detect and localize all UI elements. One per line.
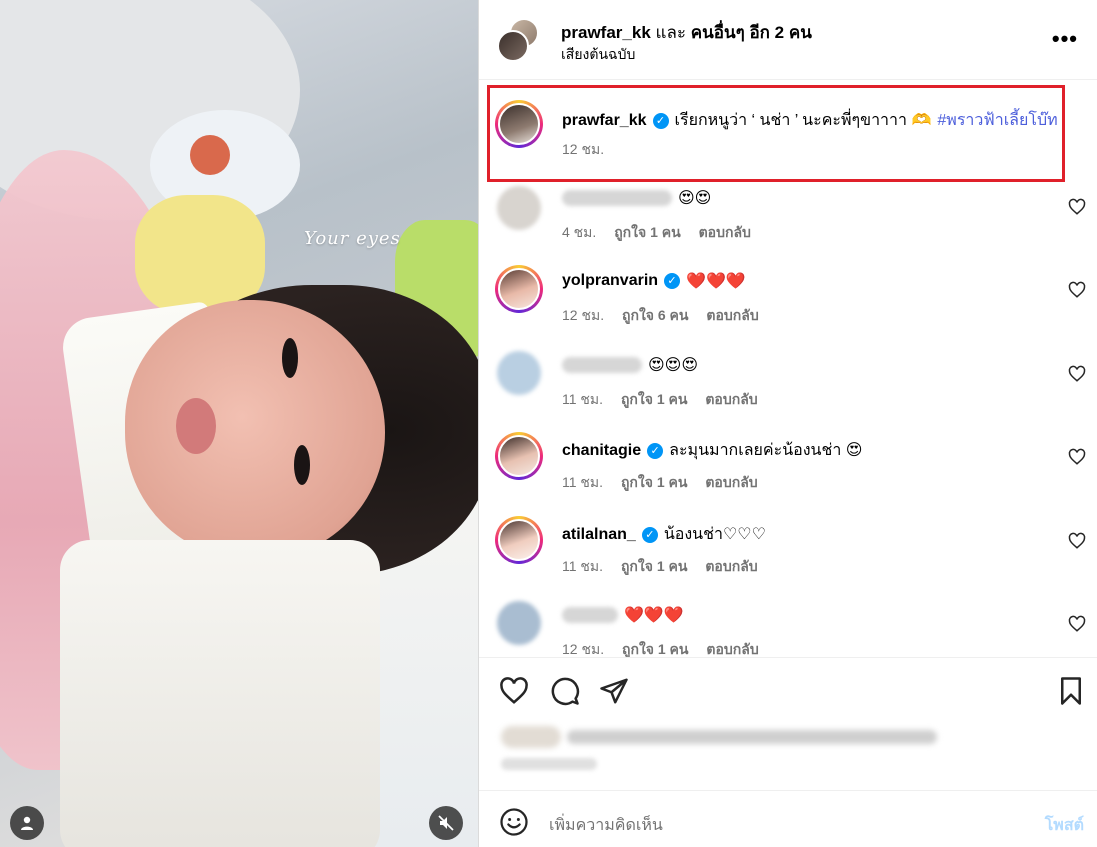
likes-count[interactable]: ถูกใจ 1 คน bbox=[614, 224, 681, 240]
comment-username[interactable]: chanitagie bbox=[562, 442, 641, 460]
heart-icon[interactable] bbox=[1068, 532, 1086, 550]
user-icon bbox=[21, 816, 33, 830]
avatar[interactable] bbox=[497, 30, 529, 62]
baby-eye bbox=[294, 445, 310, 485]
comment-row: yolpranvarin ✓ ❤️❤️❤️ 12 ชม. ถูกใจ 6 คน … bbox=[479, 263, 1097, 343]
caption-highlight-box bbox=[487, 85, 1065, 182]
more-options-button[interactable]: ••• bbox=[1052, 26, 1078, 52]
audio-label[interactable]: เสียงต้นฉบับ bbox=[561, 44, 635, 66]
share-icon[interactable] bbox=[599, 676, 629, 706]
reply-button[interactable]: ตอบกลับ bbox=[706, 307, 758, 323]
comment-username[interactable]: atilalnan_ bbox=[562, 526, 636, 544]
likes-count[interactable]: ถูกใจ 1 คน bbox=[621, 474, 688, 490]
post-comment-button[interactable]: โพสต์ bbox=[1045, 813, 1084, 838]
heart-icon[interactable] bbox=[1068, 198, 1086, 216]
verified-badge-icon: ✓ bbox=[647, 442, 664, 459]
comment-line: chanitagie ✓ ละมุนมากเลยค่ะน้องนช่า 😍 bbox=[562, 438, 862, 463]
speaker-muted-icon bbox=[438, 815, 454, 831]
white-blanket bbox=[60, 540, 380, 847]
heart-icon[interactable] bbox=[1068, 365, 1086, 383]
reply-button[interactable]: ตอบกลับ bbox=[705, 558, 757, 574]
likes-count[interactable]: ถูกใจ 6 คน bbox=[622, 307, 689, 323]
avatar[interactable] bbox=[497, 186, 541, 230]
comment-row: ❤️❤️❤️ 12 ชม. ถูกใจ 1 คน ตอบกลับ bbox=[479, 597, 1097, 657]
comment-meta: 12 ชม. ถูกใจ 6 คน ตอบกลับ bbox=[562, 307, 759, 323]
comment-meta: 12 ชม. ถูกใจ 1 คน ตอบกลับ bbox=[562, 641, 759, 657]
reply-button[interactable]: ตอบกลับ bbox=[705, 474, 757, 490]
blurred-username[interactable] bbox=[562, 607, 618, 623]
post-media[interactable]: Your eyes bbox=[0, 0, 478, 847]
comment-username[interactable]: yolpranvarin bbox=[562, 272, 658, 290]
comment-meta: 11 ชม. ถูกใจ 1 คน ตอบกลับ bbox=[562, 391, 758, 407]
avatar[interactable] bbox=[495, 516, 543, 564]
reply-button[interactable]: ตอบกลับ bbox=[705, 391, 757, 407]
blurred-username[interactable] bbox=[562, 357, 642, 373]
comment-row: 😍😍 4 ชม. ถูกใจ 1 คน ตอบกลับ bbox=[479, 180, 1097, 260]
header-avatars[interactable] bbox=[497, 16, 541, 64]
blurred-username[interactable] bbox=[562, 190, 672, 206]
comment-text: ❤️❤️❤️ bbox=[686, 273, 746, 290]
comment-line: atilalnan_ ✓ น้องนช่า♡♡♡ bbox=[562, 522, 766, 547]
post-actions bbox=[479, 660, 1097, 720]
header-joiner: และ bbox=[655, 23, 687, 42]
header-username[interactable]: prawfar_kk bbox=[561, 23, 651, 42]
verified-badge-icon: ✓ bbox=[664, 273, 681, 289]
add-comment-bar: เพิ่มความคิดเห็น โพสต์ bbox=[479, 790, 1097, 847]
heart-icon[interactable] bbox=[1068, 615, 1086, 633]
baby-mouth bbox=[176, 398, 216, 454]
comment-line: ❤️❤️❤️ bbox=[562, 605, 684, 625]
reply-button[interactable]: ตอบกลับ bbox=[699, 224, 751, 240]
comment-line: 😍😍😍 bbox=[562, 355, 698, 375]
comment-line: 😍😍 bbox=[562, 188, 711, 208]
comment-row: atilalnan_ ✓ น้องนช่า♡♡♡ 11 ชม. ถูกใจ 1 … bbox=[479, 514, 1097, 594]
bookmark-icon[interactable] bbox=[1056, 676, 1086, 706]
comment-row: chanitagie ✓ ละมุนมากเลยค่ะน้องนช่า 😍 11… bbox=[479, 430, 1097, 510]
likes-count[interactable]: ถูกใจ 1 คน bbox=[621, 558, 688, 574]
logo-badge bbox=[190, 135, 230, 175]
post-header: prawfar_kk และ คนอื่นๆ อีก 2 คน เสียงต้น… bbox=[479, 0, 1097, 80]
comment-text: 😍😍😍 bbox=[648, 357, 699, 374]
like-icon[interactable] bbox=[499, 676, 529, 706]
tagged-users-button[interactable] bbox=[10, 806, 44, 840]
comment-meta: 11 ชม. ถูกใจ 1 คน ตอบกลับ bbox=[562, 474, 758, 490]
avatar[interactable] bbox=[495, 432, 543, 480]
post-panel: prawfar_kk และ คนอื่นๆ อีก 2 คน เสียงต้น… bbox=[478, 0, 1097, 847]
likes-count[interactable]: ถูกใจ 1 คน bbox=[621, 391, 688, 407]
likes-summary-blurred[interactable] bbox=[501, 724, 941, 752]
comment-row: 😍😍😍 11 ชม. ถูกใจ 1 คน ตอบกลับ bbox=[479, 347, 1097, 427]
comment-line: yolpranvarin ✓ ❤️❤️❤️ bbox=[562, 271, 746, 291]
avatar[interactable] bbox=[495, 265, 543, 313]
likes-count[interactable]: ถูกใจ 1 คน bbox=[622, 641, 689, 657]
comment-text: ❤️❤️❤️ bbox=[624, 607, 684, 624]
comment-text: ละมุนมากเลยค่ะน้องนช่า 😍 bbox=[669, 442, 863, 459]
comment-input[interactable]: เพิ่มความคิดเห็น bbox=[549, 813, 663, 838]
heart-icon[interactable] bbox=[1068, 281, 1086, 299]
comment-text: 😍😍 bbox=[678, 190, 712, 207]
reply-button[interactable]: ตอบกลับ bbox=[706, 641, 758, 657]
header-others[interactable]: คนอื่นๆ อีก 2 คน bbox=[691, 23, 812, 42]
comment-text: น้องนช่า♡♡♡ bbox=[663, 526, 766, 543]
avatar[interactable] bbox=[497, 351, 541, 395]
comment-icon[interactable] bbox=[550, 676, 580, 706]
emoji-icon[interactable] bbox=[499, 807, 529, 837]
post-date-blurred bbox=[501, 758, 597, 770]
verified-badge-icon: ✓ bbox=[641, 526, 658, 543]
baby-face bbox=[125, 300, 385, 560]
baby-eye bbox=[282, 338, 298, 378]
avatar[interactable] bbox=[497, 601, 541, 645]
comment-meta: 4 ชม. ถูกใจ 1 คน ตอบกลับ bbox=[562, 224, 751, 240]
header-title: prawfar_kk และ คนอื่นๆ อีก 2 คน bbox=[561, 19, 812, 46]
comment-meta: 11 ชม. ถูกใจ 1 คน ตอบกลับ bbox=[562, 558, 758, 574]
video-overlay-text: Your eyes bbox=[304, 228, 401, 249]
mute-button[interactable] bbox=[429, 806, 463, 840]
heart-icon[interactable] bbox=[1068, 448, 1086, 466]
